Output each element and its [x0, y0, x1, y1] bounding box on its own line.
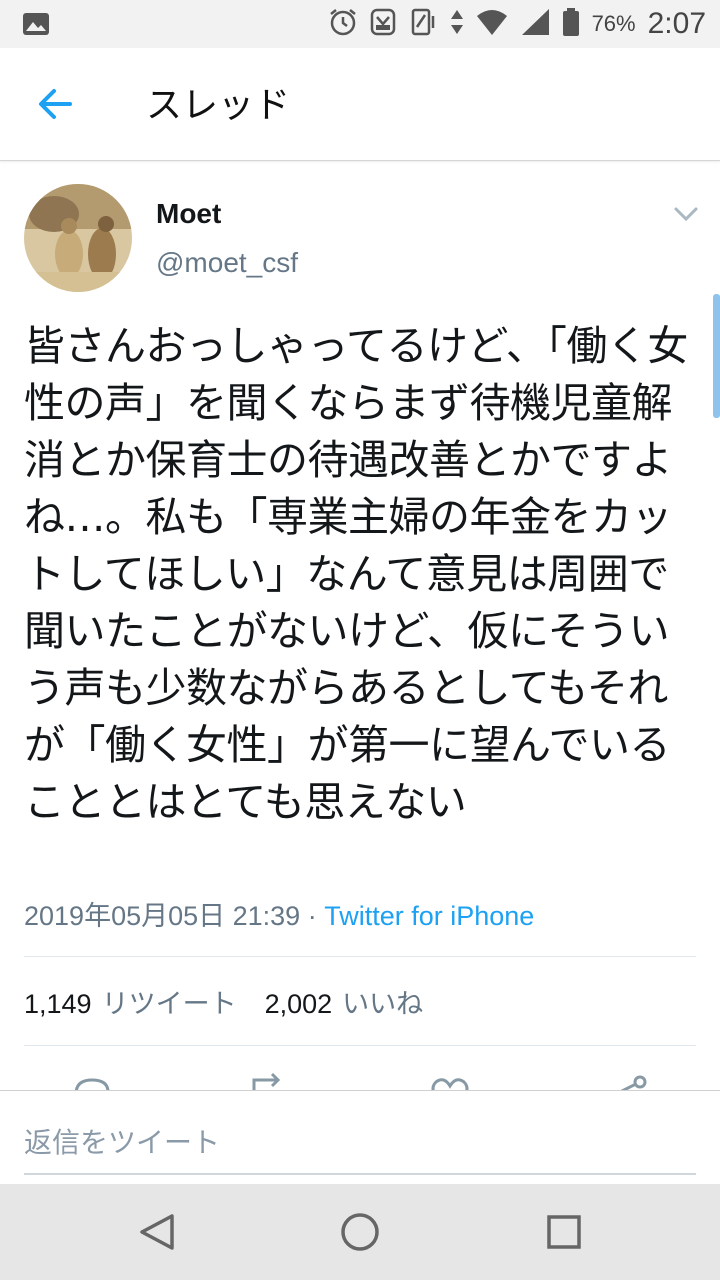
status-bar: 76% 2:07: [0, 0, 720, 48]
chevron-down-icon: [674, 207, 698, 222]
like-count: 2,002: [264, 989, 333, 1019]
reply-icon: [74, 1078, 110, 1090]
vibrate-icon: [408, 7, 438, 41]
clock: 2:07: [647, 7, 706, 40]
tweet-actions: [0, 1068, 720, 1090]
retweets-stat[interactable]: 1,149 リツイート: [24, 982, 237, 1021]
share-icon: [620, 1075, 647, 1090]
circle-home-icon: [341, 1213, 379, 1251]
tweet-meta: 2019年05月05日 21:39 · Twitter for iPhone: [24, 894, 534, 933]
alarm-icon: [328, 7, 358, 41]
divider: [24, 1045, 696, 1046]
like-button[interactable]: [428, 1072, 472, 1090]
wifi-icon: [476, 8, 508, 40]
share-button[interactable]: [606, 1072, 650, 1090]
divider: [24, 956, 696, 957]
author-name[interactable]: Moet: [156, 198, 221, 230]
data-arrows-icon: [450, 8, 464, 40]
tweet-date: 2019年05月05日 21:39: [24, 901, 301, 931]
reply-input[interactable]: 返信をツイート: [24, 1121, 220, 1161]
page-title: スレッド: [146, 85, 291, 126]
battery-percent: 76%: [591, 11, 636, 36]
like-label: いいね: [342, 989, 424, 1019]
reply-underline: [24, 1173, 696, 1175]
retweet-count: 1,149: [24, 989, 92, 1019]
avatar[interactable]: [24, 184, 132, 292]
signal-icon: [520, 8, 550, 40]
tweet-source-link[interactable]: Twitter for iPhone: [324, 901, 534, 931]
author-handle[interactable]: @moet_csf: [156, 247, 298, 279]
reply-button[interactable]: [70, 1072, 114, 1090]
navigation-bar: [0, 1184, 720, 1280]
retweet-icon: [252, 1072, 281, 1090]
tweet-text: 皆さんおっしゃってるけど、「働く女性の声」を聞くならまず待機児童解消とか保育士の…: [24, 322, 688, 826]
nav-back-button[interactable]: [136, 1210, 180, 1254]
arrow-left-icon: [39, 89, 72, 119]
battery-icon: [562, 7, 580, 41]
reply-bar: 返信をツイート: [0, 1090, 720, 1185]
scroll-indicator: [713, 294, 720, 418]
retweet-button[interactable]: [246, 1072, 290, 1090]
back-button[interactable]: [30, 80, 82, 128]
ribbon-icon: [370, 7, 396, 41]
meta-separator: ·: [300, 901, 325, 931]
tweet-menu-button[interactable]: [672, 204, 700, 224]
image-icon: [22, 10, 50, 42]
nav-home-button[interactable]: [338, 1210, 382, 1254]
retweet-label: リツイート: [101, 989, 237, 1019]
app-header: スレッド: [0, 48, 720, 161]
triangle-back-icon: [140, 1214, 174, 1250]
nav-recents-button[interactable]: [542, 1210, 586, 1254]
likes-stat[interactable]: 2,002 いいね: [265, 982, 424, 1021]
tweet-stats: 1,149 リツイート 2,002 いいね: [24, 982, 423, 1021]
square-recents-icon: [547, 1215, 581, 1249]
heart-icon: [431, 1078, 469, 1090]
